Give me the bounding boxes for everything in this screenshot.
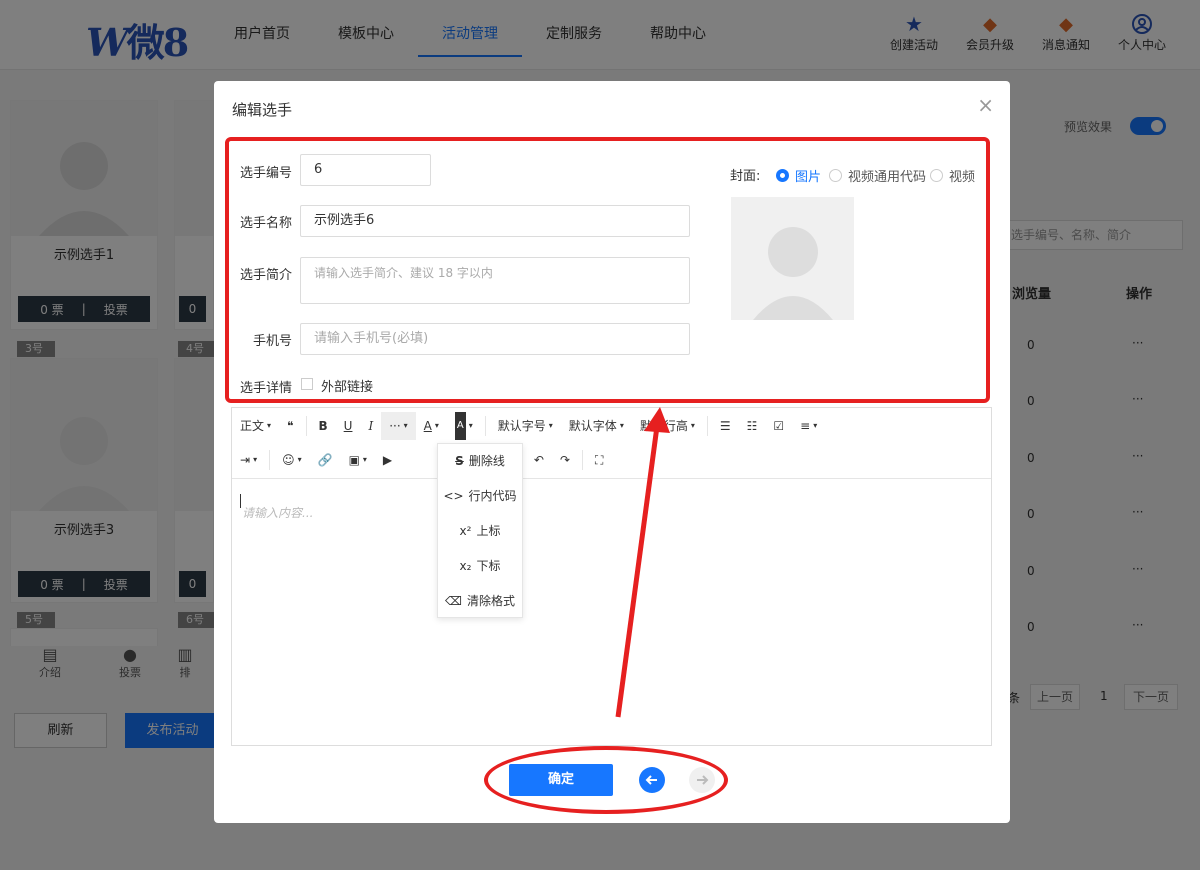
editor-placeholder: 请输入内容... [242,506,314,520]
indent-icon[interactable]: ⇥ ▾ [232,446,265,474]
menu-subscript[interactable]: x₂ 下标 [438,549,522,584]
rich-text-editor[interactable]: 正文 ▾ ❝ B U I ··· ▾ A ▾ A ▾ 默认字号 ▾ 默认字体 ▾ 默认行高 ▾… [231,407,992,746]
edit-contestant-dialog: 编辑选手 × 选手编号 6 选手名称 示例选手6 选手简介 请输入选手简介、建议… [214,81,1010,823]
subscript-icon: x₂ [459,559,472,573]
link-icon[interactable]: 🔗 [310,446,341,474]
underline-icon[interactable]: U [336,412,361,440]
eraser-icon: ⌫ [445,594,462,608]
more-format-dropdown: S 删除线 <> 行内代码 x² 上标 x₂ 下标 ⌫ 清除格式 [437,443,523,618]
menu-inline-code[interactable]: <> 行内代码 [438,479,522,514]
bullet-list-icon[interactable]: ☰ [712,412,739,440]
close-icon[interactable]: × [977,93,994,117]
todo-icon[interactable]: ☑ [765,412,792,440]
highlight-box [225,137,990,403]
code-icon: <> [443,489,464,503]
numbered-list-icon[interactable]: ☷ [739,412,766,440]
video-icon[interactable]: ▶ [375,446,400,474]
font-family-select[interactable]: 默认字体 ▾ [561,412,632,440]
redo-icon[interactable]: ↷ [552,446,578,474]
prev-arrow-icon[interactable] [639,767,665,793]
font-color-icon[interactable]: A ▾ [416,412,447,440]
confirm-button[interactable]: 确定 [509,764,613,796]
dialog-title: 编辑选手 [232,101,293,119]
more-format-icon[interactable]: ··· ▾ [381,412,416,440]
italic-icon[interactable]: I [360,412,381,440]
emoji-icon[interactable]: ☺ ▾ [274,446,310,474]
quote-icon[interactable]: ❝ [279,412,301,440]
toolbar-row-1: 正文 ▾ ❝ B U I ··· ▾ A ▾ A ▾ 默认字号 ▾ 默认字体 ▾ 默认行高 ▾… [232,408,825,444]
undo-icon[interactable]: ↶ [526,446,552,474]
fullscreen-icon[interactable]: ⛶ [587,446,611,474]
bold-icon[interactable]: B [311,412,336,440]
align-icon[interactable]: ≡ ▾ [792,412,825,440]
bg-color-icon[interactable]: A ▾ [447,412,481,440]
menu-superscript[interactable]: x² 上标 [438,514,522,549]
superscript-icon: x² [459,524,472,538]
line-height-select[interactable]: 默认行高 ▾ [632,412,703,440]
menu-clear-format[interactable]: ⌫ 清除格式 [438,584,522,619]
text-cursor [240,494,241,508]
toolbar-row-2: ⇥▾ ☺▾ 🔗 ▣▾ ▶ ☰ ↶ ↷ ⛶ [232,442,611,478]
next-arrow-icon[interactable] [689,767,715,793]
strikethrough-icon: S [455,454,464,468]
menu-strikethrough[interactable]: S 删除线 [438,444,522,479]
font-size-select[interactable]: 默认字号 ▾ [490,412,561,440]
image-icon[interactable]: ▣ ▾ [341,446,375,474]
heading-select[interactable]: 正文 ▾ [232,412,279,440]
